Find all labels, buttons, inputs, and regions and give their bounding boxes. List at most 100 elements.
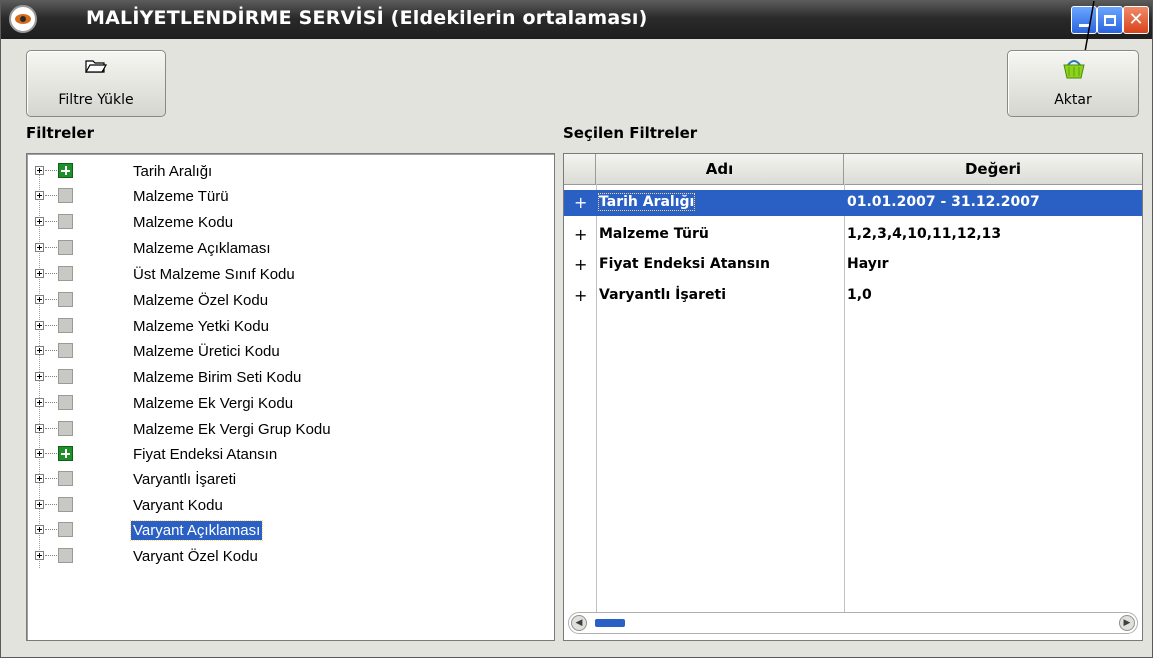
- row-name: Fiyat Endeksi Atansın: [599, 256, 770, 272]
- column-header-value[interactable]: Değeri: [844, 154, 1142, 184]
- checked-box-icon[interactable]: [58, 446, 73, 461]
- annotation-callout-line: [1082, 1, 1095, 64]
- tree-item[interactable]: Fiyat Endeksi Atansın: [27, 442, 547, 467]
- row-expand-icon[interactable]: +: [574, 193, 587, 212]
- tree-item[interactable]: Malzeme Ek Vergi Kodu: [27, 391, 547, 416]
- tree-item[interactable]: Varyant Kodu: [27, 493, 547, 518]
- unchecked-box-icon[interactable]: [58, 318, 73, 333]
- row-value: 1,0: [847, 287, 872, 303]
- row-value: Hayır: [847, 256, 889, 272]
- expand-icon[interactable]: [35, 191, 44, 200]
- tree-item-label: Üst Malzeme Sınıf Kodu: [133, 266, 295, 283]
- unchecked-box-icon[interactable]: [58, 292, 73, 307]
- tree-item-label: Malzeme Yetki Kodu: [133, 318, 269, 335]
- selected-filters-heading: Seçilen Filtreler: [563, 124, 698, 142]
- column-divider: [596, 184, 597, 612]
- row-expand-icon[interactable]: +: [574, 286, 587, 305]
- cost-service-window: MALİYETLENDİRME SERVİSİ (Eldekilerin ort…: [0, 0, 1153, 658]
- row-expand-icon[interactable]: +: [574, 255, 587, 274]
- column-header-name[interactable]: Adı: [596, 154, 844, 184]
- horizontal-scrollbar[interactable]: ◀ ▶: [568, 612, 1138, 634]
- tree-item[interactable]: Varyant Özel Kodu: [27, 544, 547, 569]
- expand-icon[interactable]: [35, 269, 44, 278]
- tree-item-label: Malzeme Özel Kodu: [133, 292, 269, 309]
- row-name: Varyantlı İşareti: [599, 287, 727, 303]
- transfer-label: Aktar: [1054, 92, 1092, 108]
- unchecked-box-icon[interactable]: [58, 343, 73, 358]
- tree-item[interactable]: Malzeme Yetki Kodu: [27, 314, 547, 339]
- tree-item-label: Malzeme Ek Vergi Grup Kodu: [133, 421, 331, 438]
- row-expand-icon[interactable]: +: [574, 225, 587, 244]
- expand-icon[interactable]: [35, 500, 44, 509]
- unchecked-box-icon[interactable]: [58, 266, 73, 281]
- grid-row[interactable]: + Malzeme Türü 1,2,3,4,10,11,12,13: [564, 222, 1142, 248]
- grid-row-selected[interactable]: + Tarih Aralığı 01.01.2007 - 31.12.2007: [564, 190, 1142, 216]
- tree-item-label: Fiyat Endeksi Atansın: [133, 446, 278, 463]
- filters-heading: Filtreler: [26, 124, 94, 142]
- tree-item[interactable]: Malzeme Ek Vergi Grup Kodu: [27, 417, 547, 442]
- expand-icon[interactable]: [35, 424, 44, 433]
- unchecked-box-icon[interactable]: [58, 188, 73, 203]
- expand-icon[interactable]: [35, 449, 44, 458]
- expand-icon[interactable]: [35, 346, 44, 355]
- transfer-button[interactable]: Aktar: [1007, 50, 1139, 117]
- header-indicator-cell: [564, 154, 596, 184]
- expand-icon[interactable]: [35, 295, 44, 304]
- unchecked-box-icon[interactable]: [58, 548, 73, 563]
- tree-item[interactable]: Malzeme Türü: [27, 184, 547, 209]
- expand-icon[interactable]: [35, 551, 44, 560]
- column-divider: [844, 184, 845, 612]
- tree-item-label: Malzeme Türü: [133, 188, 229, 205]
- tree-item[interactable]: Malzeme Açıklaması: [27, 236, 547, 261]
- open-folder-icon: [85, 60, 107, 73]
- grid-row[interactable]: + Varyantlı İşareti 1,0: [564, 283, 1142, 309]
- checked-box-icon[interactable]: [58, 163, 73, 178]
- expand-icon[interactable]: [35, 166, 44, 175]
- expand-icon[interactable]: [35, 372, 44, 381]
- unchecked-box-icon[interactable]: [58, 240, 73, 255]
- scroll-left-icon[interactable]: ◀: [571, 615, 587, 631]
- grid-header: Adı Değeri: [564, 154, 1142, 185]
- tree-item[interactable]: Malzeme Birim Seti Kodu: [27, 365, 547, 390]
- tree-item[interactable]: Varyantlı İşareti: [27, 467, 547, 492]
- expand-icon[interactable]: [35, 474, 44, 483]
- basket-icon: [1063, 60, 1085, 79]
- tree-item[interactable]: Malzeme Üretici Kodu: [27, 339, 547, 364]
- tree-item-label: Malzeme Birim Seti Kodu: [133, 369, 302, 386]
- expand-icon[interactable]: [35, 217, 44, 226]
- expand-icon[interactable]: [35, 321, 44, 330]
- tree-item[interactable]: Malzeme Özel Kodu: [27, 288, 547, 313]
- tree-item[interactable]: Tarih Aralığı: [27, 159, 547, 184]
- selected-filters-grid[interactable]: Adı Değeri + Tarih Aralığı 01.01.2007 - …: [563, 153, 1143, 641]
- row-value: 1,2,3,4,10,11,12,13: [847, 226, 1002, 242]
- row-value: 01.01.2007 - 31.12.2007: [847, 194, 1040, 210]
- expand-icon[interactable]: [35, 243, 44, 252]
- grid-row[interactable]: + Fiyat Endeksi Atansın Hayır: [564, 252, 1142, 278]
- tree-item[interactable]: Üst Malzeme Sınıf Kodu: [27, 262, 547, 287]
- expand-icon[interactable]: [35, 525, 44, 534]
- tree-item-label: Malzeme Kodu: [133, 214, 234, 231]
- scroll-right-icon[interactable]: ▶: [1119, 615, 1135, 631]
- scroll-thumb[interactable]: [595, 619, 625, 627]
- tree-item-selected[interactable]: Varyant Açıklaması: [27, 518, 547, 543]
- load-filter-label: Filtre Yükle: [58, 92, 134, 108]
- unchecked-box-icon[interactable]: [58, 369, 73, 384]
- unchecked-box-icon[interactable]: [58, 522, 73, 537]
- tree-item-label: Malzeme Ek Vergi Kodu: [133, 395, 294, 412]
- tree-item-label: Malzeme Üretici Kodu: [133, 343, 280, 360]
- filters-tree[interactable]: Tarih Aralığı Malzeme Türü Malzeme Kodu …: [26, 153, 555, 641]
- expand-icon[interactable]: [35, 398, 44, 407]
- tree-item-label: Varyant Açıklaması: [129, 520, 264, 541]
- tree-item-label: Varyant Özel Kodu: [133, 548, 258, 565]
- row-name: Tarih Aralığı: [597, 193, 696, 211]
- unchecked-box-icon[interactable]: [58, 497, 73, 512]
- tree-item-label: Varyantlı İşareti: [133, 471, 237, 488]
- tree-item-label: Malzeme Açıklaması: [133, 240, 271, 257]
- unchecked-box-icon[interactable]: [58, 421, 73, 436]
- row-name: Malzeme Türü: [599, 226, 709, 242]
- unchecked-box-icon[interactable]: [58, 395, 73, 410]
- tree-item[interactable]: Malzeme Kodu: [27, 210, 547, 235]
- unchecked-box-icon[interactable]: [58, 471, 73, 486]
- load-filter-button[interactable]: Filtre Yükle: [26, 50, 166, 117]
- unchecked-box-icon[interactable]: [58, 214, 73, 229]
